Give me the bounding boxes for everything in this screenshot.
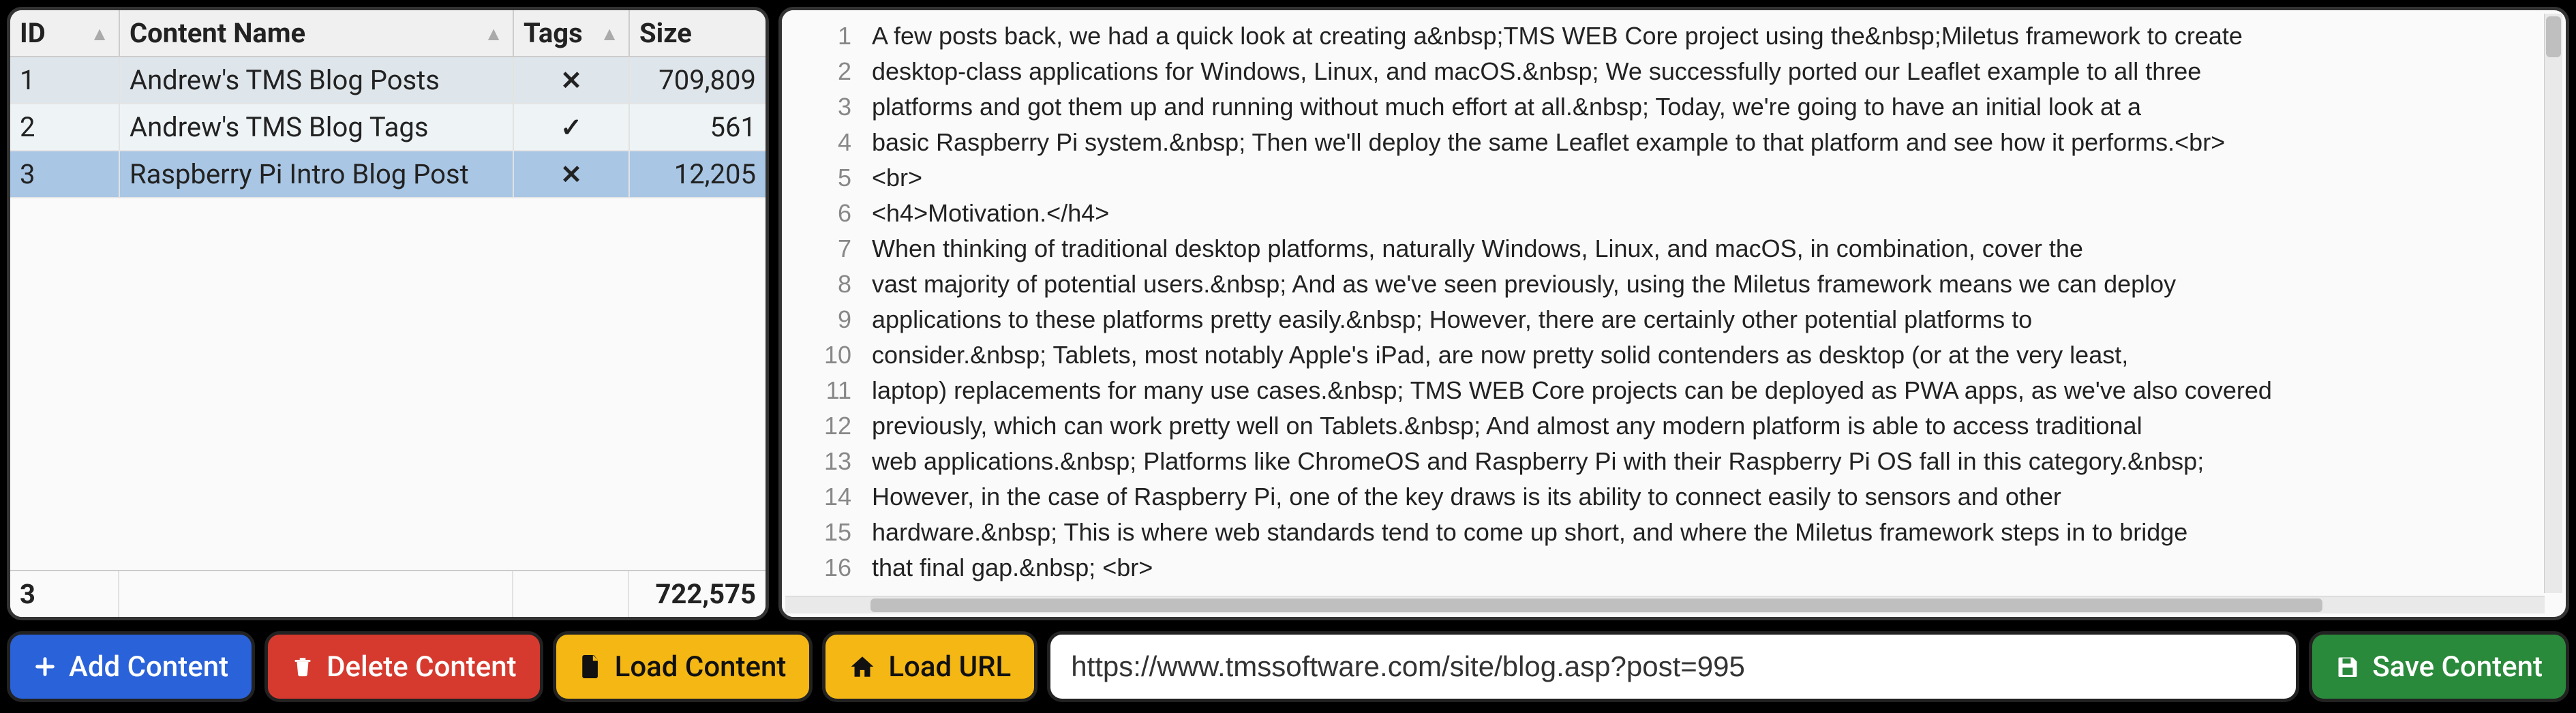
sort-arrow-icon: ▲ — [90, 22, 109, 45]
trash-icon — [291, 655, 314, 678]
column-header-tags[interactable]: Tags▲ — [513, 10, 629, 57]
cell-size: 12,205 — [629, 151, 766, 198]
column-header-size[interactable]: Size — [629, 10, 766, 57]
cell-name: Andrew's TMS Blog Tags — [119, 104, 513, 151]
cell-size: 709,809 — [629, 57, 766, 104]
code-line: applications to these platforms pretty e… — [872, 302, 2552, 337]
code-area[interactable]: A few posts back, we had a quick look at… — [864, 10, 2566, 617]
load-content-button[interactable]: Load Content — [553, 631, 813, 702]
code-line: that final gap.&nbsp; <br> — [872, 550, 2552, 586]
code-line: A few posts back, we had a quick look at… — [872, 18, 2552, 54]
code-line: consider.&nbsp; Tablets, most notably Ap… — [872, 337, 2552, 373]
toolbar: Add Content Delete Content Load Content … — [7, 631, 2569, 702]
cell-name: Andrew's TMS Blog Posts — [119, 57, 513, 104]
cell-id: 2 — [10, 104, 119, 151]
save-icon — [2335, 654, 2360, 679]
column-header-id[interactable]: ID▲ — [10, 10, 119, 57]
cell-tags: ✕ — [513, 57, 629, 104]
code-line: web applications.&nbsp; Platforms like C… — [872, 444, 2552, 479]
table-row[interactable]: 2Andrew's TMS Blog Tags ✓ 561 — [10, 104, 766, 151]
button-label: Load Content — [615, 650, 787, 684]
url-input[interactable] — [1047, 631, 2299, 702]
code-line: vast majority of potential users.&nbsp; … — [872, 267, 2552, 302]
code-line: When thinking of traditional desktop pla… — [872, 231, 2552, 267]
cell-size: 561 — [629, 104, 766, 151]
button-label: Add Content — [69, 650, 228, 684]
cell-tags: ✓ — [513, 104, 629, 151]
code-line: platforms and got them up and running wi… — [872, 89, 2552, 125]
code-editor-panel[interactable]: 12345678910111213141516 A few posts back… — [778, 7, 2569, 620]
file-icon — [579, 653, 603, 680]
delete-content-button[interactable]: Delete Content — [264, 631, 543, 702]
save-content-button[interactable]: Save Content — [2309, 631, 2569, 702]
add-content-button[interactable]: Add Content — [7, 631, 255, 702]
code-line: previously, which can work pretty well o… — [872, 408, 2552, 444]
table-footer: 3 722,575 — [10, 570, 766, 617]
column-header-name[interactable]: Content Name▲ — [119, 10, 513, 57]
footer-count: 3 — [10, 571, 119, 617]
x-icon: ✕ — [560, 67, 582, 95]
table-row[interactable]: 1Andrew's TMS Blog Posts ✕ 709,809 — [10, 57, 766, 104]
plus-icon — [33, 655, 57, 678]
button-label: Save Content — [2372, 650, 2543, 684]
sort-arrow-icon: ▲ — [484, 22, 503, 45]
table-row[interactable]: 3Raspberry Pi Intro Blog Post ✕ 12,205 — [10, 151, 766, 198]
vertical-scrollbar-thumb[interactable] — [2546, 16, 2561, 57]
code-line: hardware.&nbsp; This is where web standa… — [872, 515, 2552, 550]
check-icon: ✓ — [560, 114, 582, 142]
sort-arrow-icon: ▲ — [600, 22, 619, 45]
content-table-panel: ID▲ Content Name▲ Tags▲ Size 1Andrew's T… — [7, 7, 769, 620]
home-icon — [849, 654, 876, 679]
button-label: Delete Content — [327, 650, 517, 684]
load-url-button[interactable]: Load URL — [822, 631, 1037, 702]
code-line: <h4>Motivation.</h4> — [872, 196, 2552, 231]
cell-id: 1 — [10, 57, 119, 104]
line-gutter: 12345678910111213141516 — [782, 10, 864, 617]
code-line: desktop-class applications for Windows, … — [872, 54, 2552, 89]
code-line: However, in the case of Raspberry Pi, on… — [872, 479, 2552, 515]
button-label: Load URL — [888, 650, 1011, 684]
content-table: ID▲ Content Name▲ Tags▲ Size 1Andrew's T… — [10, 10, 766, 198]
code-line: basic Raspberry Pi system.&nbsp; Then we… — [872, 125, 2552, 160]
footer-total: 722,575 — [629, 571, 766, 617]
x-icon: ✕ — [560, 161, 582, 189]
code-line: <br> — [872, 160, 2552, 196]
cell-id: 3 — [10, 151, 119, 198]
horizontal-scrollbar-thumb[interactable] — [870, 598, 2322, 612]
code-line: laptop) replacements for many use cases.… — [872, 373, 2552, 408]
cell-tags: ✕ — [513, 151, 629, 198]
cell-name: Raspberry Pi Intro Blog Post — [119, 151, 513, 198]
